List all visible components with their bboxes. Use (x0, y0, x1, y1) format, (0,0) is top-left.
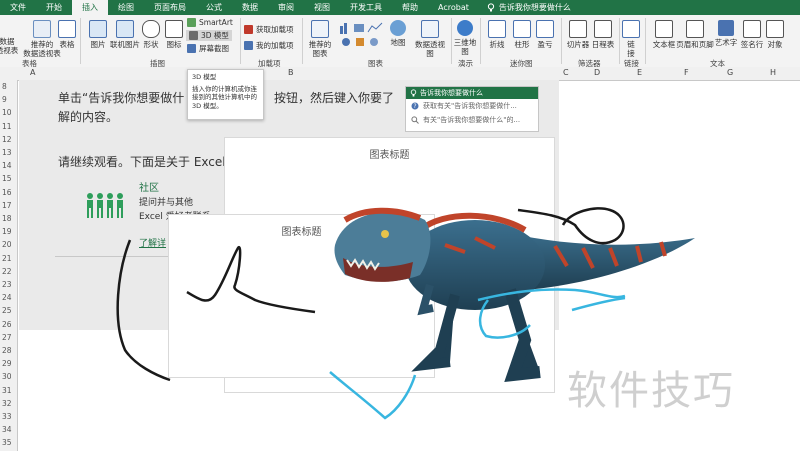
dropdown-item-help-text: 获取有关"告诉我你想要做什... (423, 102, 517, 110)
tooltip-body: 插入你的计算机或你连接到的其他计算机中的 3D 模型。 (192, 84, 257, 110)
dropdown-item-search[interactable]: 有关"告诉我你想要做什么"的... (406, 113, 538, 127)
tell-me-input[interactable]: 告诉我你想要做什么 (406, 87, 538, 99)
tell-me-input-text: 告诉我你想要做什么 (420, 89, 483, 97)
search-icon (411, 116, 419, 124)
lightbulb-icon (410, 89, 417, 97)
help-icon: ? (411, 102, 419, 110)
dropdown-item-help[interactable]: ? 获取有关"告诉我你想要做什... (406, 99, 538, 113)
watermark-text: 软件技巧 (567, 368, 735, 414)
svg-text:?: ? (413, 103, 416, 110)
tell-me-dropdown: 告诉我你想要做什么 ? 获取有关"告诉我你想要做什... 有关"告诉我你想要做什… (405, 86, 539, 132)
tooltip-title: 3D 模型 (192, 73, 217, 81)
dropdown-item-search-text: 有关"告诉我你想要做什么"的... (423, 116, 521, 124)
3d-model-tooltip: 3D 模型 插入你的计算机或你连接到的其他计算机中的 3D 模型。 (187, 69, 264, 120)
